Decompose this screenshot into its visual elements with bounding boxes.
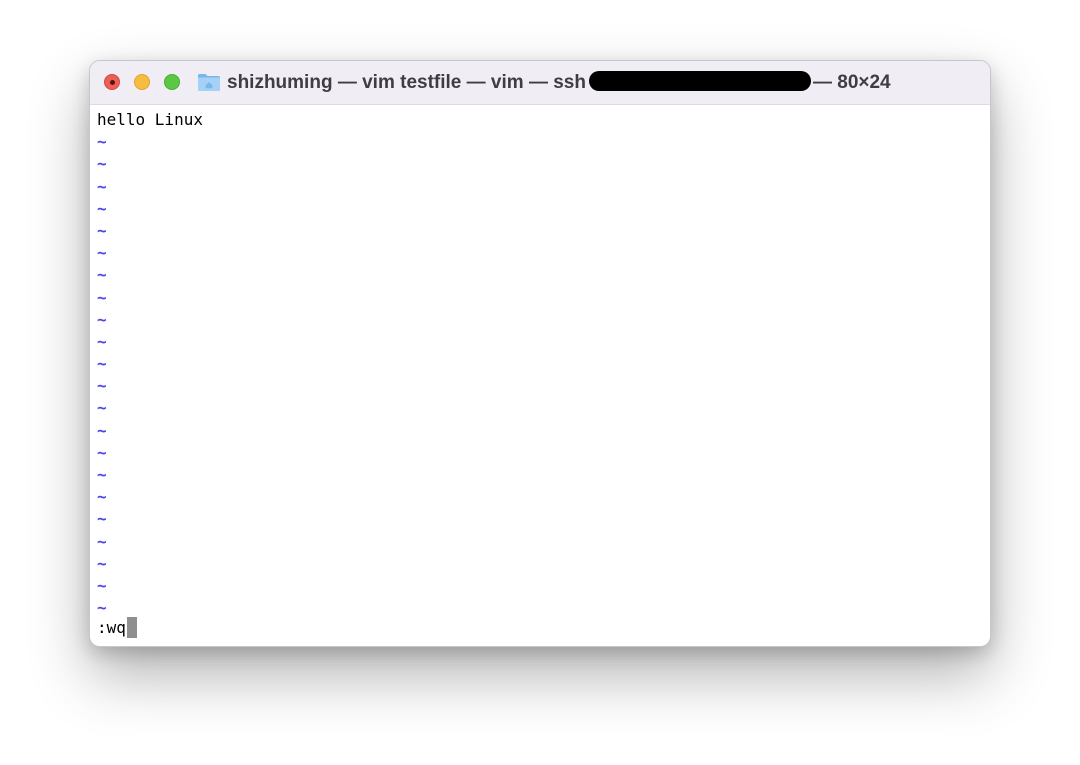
terminal-window: shizhuming — vim testfile — vim — ssh — 8… [89, 60, 991, 647]
tilde-line: ~ [97, 265, 107, 285]
tilde-line: ~ [97, 243, 107, 263]
command-text: :wq [97, 618, 126, 637]
command-line: :wq [97, 617, 137, 639]
tilde-line: ~ [97, 465, 107, 484]
tilde-line: ~ [97, 575, 107, 595]
tilde-line: ~ [97, 420, 107, 440]
minimize-button[interactable] [134, 74, 150, 90]
window-title-size: — 80×24 [812, 72, 891, 93]
tilde-line: ~ [97, 331, 107, 351]
cursor-block [126, 617, 137, 638]
desktop: shizhuming — vim testfile — vim — ssh — 8… [0, 0, 1080, 765]
tilde-line: ~ [97, 132, 107, 152]
buffer-line: hello Linux [97, 110, 203, 129]
maximize-button[interactable] [164, 74, 180, 90]
terminal-content[interactable]: hello Linux ~ ~ ~ ~ ~ ~ ~ ~ ~ ~ ~ ~ ~ ~ ~ ~ ~ ~ ~ ~ ~ ~ [90, 105, 990, 646]
tilde-line: ~ [97, 398, 107, 418]
tilde-line: ~ [97, 487, 107, 507]
close-icon [110, 80, 115, 85]
tilde-line: ~ [97, 598, 107, 618]
tilde-line: ~ [97, 154, 107, 174]
window-title-text: shizhuming — vim testfile — vim — ssh [227, 72, 586, 93]
tilde-line: ~ [97, 509, 107, 529]
tilde-line: ~ [97, 309, 107, 329]
tilde-line: ~ [97, 176, 107, 196]
folder-icon [198, 74, 220, 91]
tilde-line: ~ [97, 220, 107, 240]
empty-lines: ~ ~ ~ ~ ~ ~ ~ ~ ~ ~ ~ ~ ~ ~ ~ ~ ~ ~ ~ ~ ~ ~ [97, 131, 990, 619]
tilde-line: ~ [97, 531, 107, 551]
tilde-line: ~ [97, 376, 107, 396]
tilde-line: ~ [97, 287, 107, 307]
tilde-line: ~ [97, 354, 107, 374]
title-bar: shizhuming — vim testfile — vim — ssh — 8… [90, 61, 990, 105]
redaction-bar [588, 71, 811, 91]
tilde-line: ~ [97, 553, 107, 573]
close-button[interactable] [104, 74, 120, 90]
tilde-line: ~ [97, 442, 107, 462]
window-title: shizhuming — vim testfile — vim — ssh — 8… [227, 61, 891, 105]
tilde-line: ~ [97, 198, 107, 218]
